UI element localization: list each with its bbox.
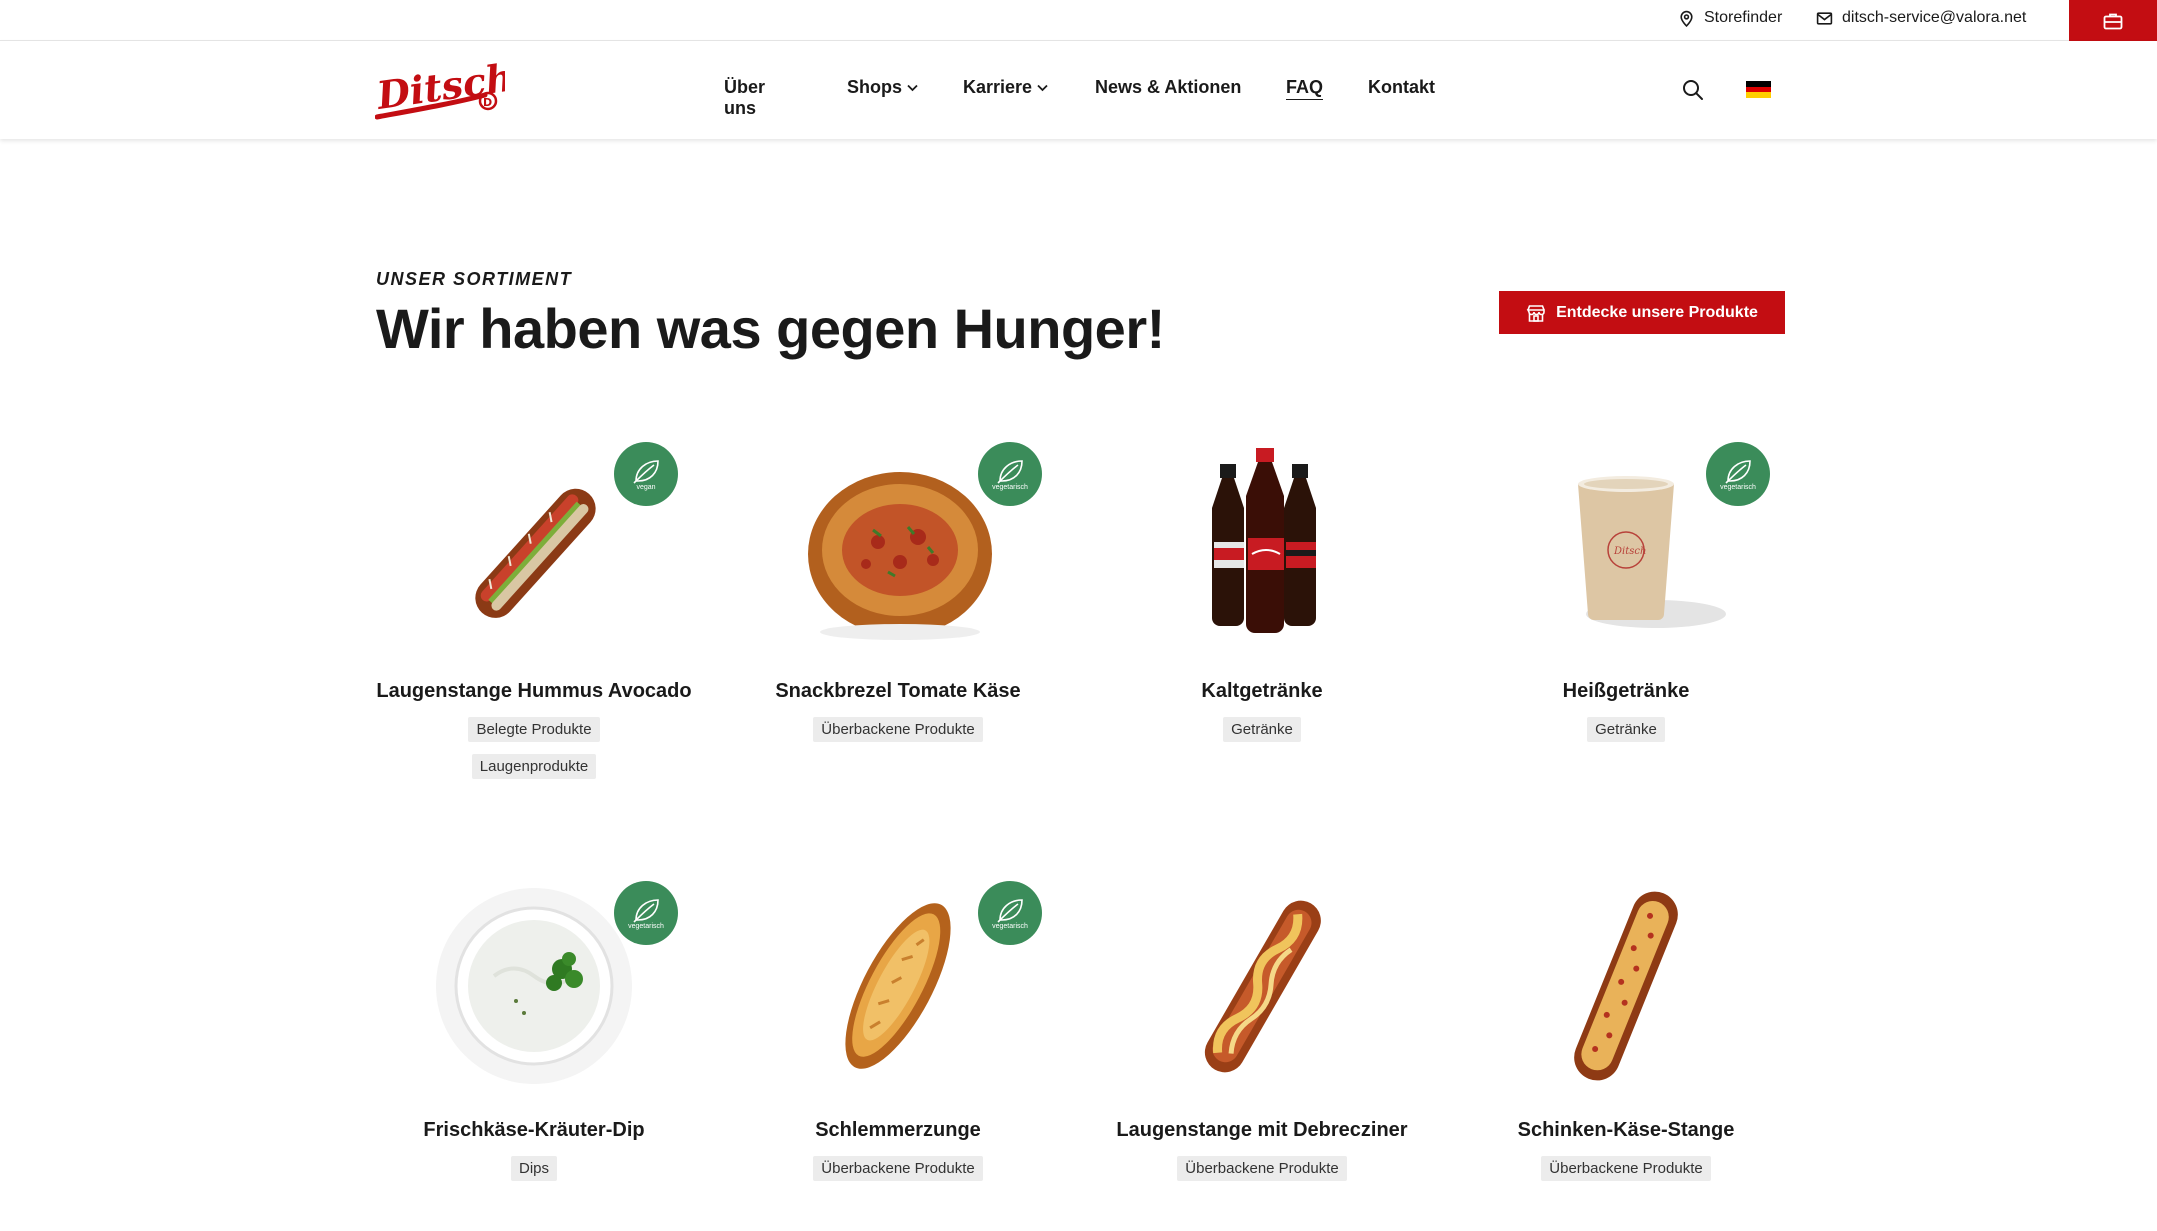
nav-item-label: Kontakt: [1368, 77, 1435, 97]
nav-item-faq[interactable]: FAQ: [1286, 77, 1324, 100]
nav-item-shops[interactable]: Shops: [847, 77, 918, 98]
chevron-down-icon: [1037, 84, 1048, 91]
mail-icon: [1816, 11, 1833, 25]
schinken-stange-icon: [1574, 891, 1678, 1081]
product-tags: Getränke: [1080, 717, 1444, 742]
career-briefcase-button[interactable]: [2069, 0, 2157, 41]
leaf-icon: [633, 898, 659, 923]
schlemmerzunge-icon: [845, 903, 951, 1069]
leaf-icon: [997, 898, 1023, 923]
briefcase-icon: [2103, 13, 2123, 29]
nav-item-ueber-uns[interactable]: Über uns: [724, 77, 765, 119]
search-icon[interactable]: [1682, 79, 1704, 101]
laugenstange-icon: [475, 488, 596, 618]
ditsch-logo[interactable]: Ditsch D: [375, 55, 505, 125]
badge-label: vegetarisch: [992, 922, 1028, 930]
category-tag[interactable]: Belegte Produkte: [468, 717, 600, 742]
nav-item-karriere[interactable]: Karriere: [963, 77, 1048, 98]
nav-item-label: Shops: [847, 77, 903, 97]
product-name: Heißgetränke: [1562, 680, 1690, 702]
product-tags: Getränke: [1444, 717, 1808, 742]
nav-item-kontakt[interactable]: Kontakt: [1368, 77, 1435, 98]
category-tag[interactable]: Dips: [510, 1156, 557, 1181]
product-name: Snackbrezel Tomate Käse: [775, 680, 1021, 702]
leaf-icon: [1725, 459, 1751, 484]
product-name: Frischkäse-Kräuter-Dip: [423, 1119, 645, 1141]
utility-bar: Storefinder ditsch-service@valora.net: [0, 0, 2157, 41]
category-tag[interactable]: Überbackene Produkte: [1177, 1156, 1347, 1181]
cola-bottles-icon: [1212, 448, 1316, 633]
nav-item-label: FAQ: [1286, 77, 1324, 100]
nav-item-news-aktionen[interactable]: News & Aktionen: [1095, 77, 1241, 98]
email-link[interactable]: ditsch-service@valora.net: [1816, 9, 2026, 27]
brezel-icon: [808, 472, 992, 640]
storefinder-label: Storefinder: [1704, 9, 1783, 26]
category-tag[interactable]: Getränke: [1223, 717, 1301, 742]
product-name: Schlemmerzunge: [815, 1119, 981, 1141]
svg-text:Ditsch: Ditsch: [1613, 546, 1646, 557]
badge-label: vegan: [636, 483, 656, 491]
category-tag[interactable]: Laugenprodukte: [471, 754, 597, 779]
badge-label: vegetarisch: [1720, 483, 1756, 491]
product-tags: Überbackene Produkte: [716, 717, 1080, 742]
discover-products-button[interactable]: Entdecke unsere Produkte: [1499, 291, 1785, 334]
product-name: Schinken-Käse-Stange: [1517, 1119, 1735, 1141]
leaf-icon: [997, 459, 1023, 484]
product-tags: Dips: [352, 1156, 716, 1181]
vegetarisch-badge: vegetarisch: [1706, 442, 1770, 506]
coffee-cup-icon: Ditsch: [1578, 476, 1726, 628]
email-label: ditsch-service@valora.net: [1842, 9, 2027, 26]
nav-item-label: News & Aktionen: [1095, 77, 1242, 97]
debrecziner-icon: [1204, 900, 1321, 1073]
category-tag[interactable]: Getränke: [1587, 717, 1665, 742]
product-tags: Überbackene Produkte: [1080, 1156, 1444, 1181]
leaf-icon: [633, 459, 659, 484]
dip-bowl-icon: [436, 888, 632, 1084]
section-kicker: UNSER SORTIMENT: [376, 269, 573, 289]
main-navbar: Ditsch D Über uns Shops Karriere News & …: [0, 41, 2157, 139]
category-tag[interactable]: Überbackene Produkte: [813, 1156, 983, 1181]
storefinder-link[interactable]: Storefinder: [1678, 9, 1782, 27]
cta-label: Entdecke unsere Produkte: [1556, 303, 1758, 321]
vegetarisch-badge: vegetarisch: [978, 881, 1042, 945]
map-pin-icon: [1680, 10, 1693, 27]
german-flag-icon[interactable]: [1746, 81, 1771, 98]
nav-item-label: Über uns: [724, 77, 766, 118]
svg-text:D: D: [483, 96, 492, 109]
vegetarisch-badge: vegetarisch: [614, 881, 678, 945]
shop-icon: [1526, 304, 1545, 322]
product-tags: Überbackene Produkte: [716, 1156, 1080, 1181]
chevron-down-icon: [907, 84, 918, 91]
product-tags: Überbackene Produkte: [1444, 1156, 1808, 1181]
page-title: Wir haben was gegen Hunger!: [376, 297, 1165, 360]
badge-label: vegetarisch: [628, 922, 664, 930]
product-tags: Belegte Produkte Laugenprodukte: [352, 717, 716, 779]
vegetarisch-badge: vegetarisch: [978, 442, 1042, 506]
nav-item-label: Karriere: [963, 77, 1033, 97]
category-tag[interactable]: Überbackene Produkte: [1541, 1156, 1711, 1181]
vegan-badge: vegan: [614, 442, 678, 506]
product-name: Kaltgetränke: [1201, 680, 1323, 702]
category-tag[interactable]: Überbackene Produkte: [813, 717, 983, 742]
product-name: Laugenstange mit Debrecziner: [1116, 1119, 1408, 1141]
product-name: Laugenstange Hummus Avocado: [376, 680, 692, 702]
badge-label: vegetarisch: [992, 483, 1028, 491]
